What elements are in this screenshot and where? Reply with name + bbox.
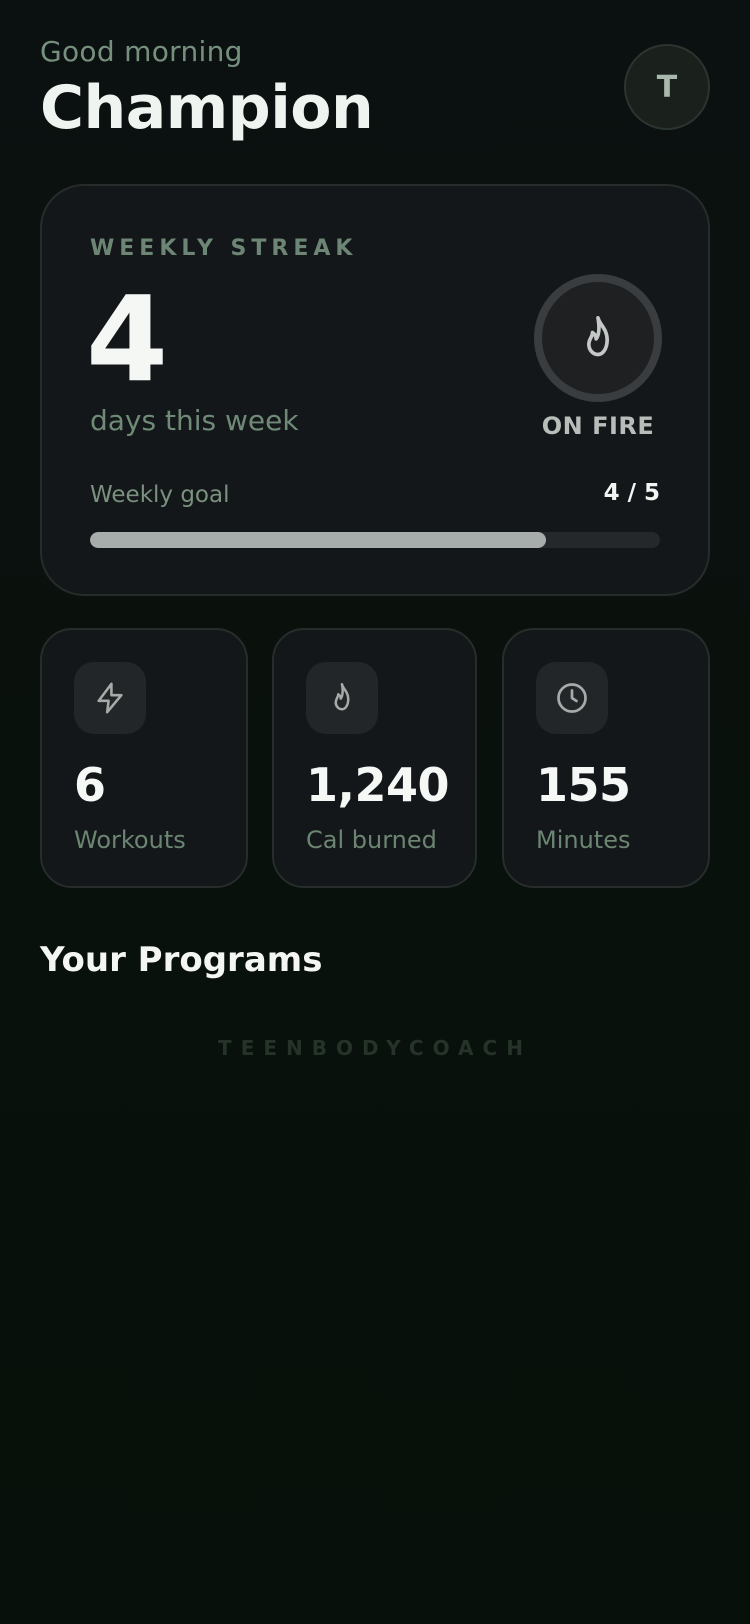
streak-subtitle: days this week bbox=[90, 404, 299, 437]
stat-value: 155 bbox=[536, 758, 631, 812]
stat-icon-container bbox=[306, 662, 378, 734]
stat-label: Workouts bbox=[74, 826, 186, 854]
header: Good morning Champion T bbox=[40, 32, 710, 143]
lightning-icon bbox=[97, 682, 123, 714]
stat-label: Cal burned bbox=[306, 826, 437, 854]
streak-label: WEEKLY STREAK bbox=[90, 236, 358, 261]
stat-value: 1,240 bbox=[306, 758, 450, 812]
flame-icon bbox=[587, 316, 609, 357]
stat-label: Minutes bbox=[536, 826, 631, 854]
weekly-streak-card: WEEKLY STREAK 4 days this week ON FIRE W… bbox=[40, 184, 710, 596]
streak-status-label: ON FIRE bbox=[541, 412, 655, 440]
programs-section-title: Your Programs bbox=[40, 940, 323, 980]
weekly-goal-value: 4 / 5 bbox=[603, 480, 660, 506]
weekly-goal-label: Weekly goal bbox=[90, 482, 230, 508]
weekly-goal-progress-fill bbox=[90, 532, 546, 548]
flame-badge bbox=[534, 274, 662, 402]
avatar[interactable]: T bbox=[624, 44, 710, 130]
home-screen: Good morning Champion T WEEKLY STREAK 4 … bbox=[0, 0, 750, 1624]
weekly-goal-progress-bar bbox=[90, 532, 660, 548]
user-name-title: Champion bbox=[40, 73, 374, 143]
clock-icon bbox=[557, 683, 587, 713]
flame-icon bbox=[334, 683, 350, 711]
streak-days-count: 4 bbox=[86, 270, 169, 408]
stat-card-minutes[interactable]: 155 Minutes bbox=[502, 628, 710, 888]
stat-icon-container bbox=[74, 662, 146, 734]
stat-card-calories[interactable]: 1,240 Cal burned bbox=[272, 628, 477, 888]
brand-wordmark: TEENBODYCOACH bbox=[218, 1036, 532, 1060]
stat-card-workouts[interactable]: 6 Workouts bbox=[40, 628, 248, 888]
greeting-text: Good morning bbox=[40, 35, 243, 68]
stat-icon-container bbox=[536, 662, 608, 734]
stat-value: 6 bbox=[74, 758, 106, 812]
